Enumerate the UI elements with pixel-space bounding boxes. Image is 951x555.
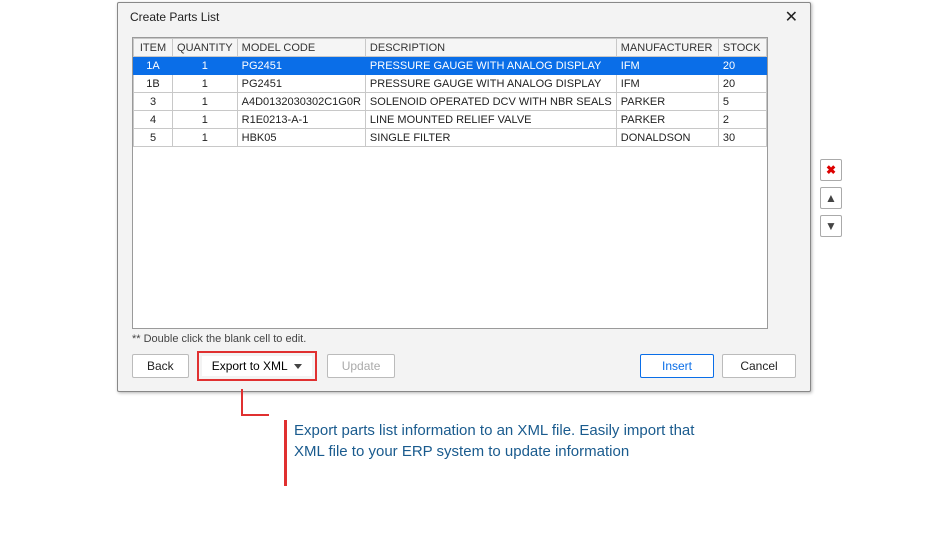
- cell-model[interactable]: HBK05: [237, 129, 365, 147]
- move-down-button[interactable]: ▼: [820, 215, 842, 237]
- cell-item[interactable]: 5: [134, 129, 173, 147]
- cell-quantity[interactable]: 1: [173, 93, 238, 111]
- parts-table-container: ITEM QUANTITY MODEL CODE DESCRIPTION MAN…: [132, 37, 768, 329]
- export-to-xml-dropdown[interactable]: Export to XML: [202, 356, 312, 376]
- col-quantity[interactable]: QUANTITY: [173, 39, 238, 57]
- col-description[interactable]: DESCRIPTION: [365, 39, 616, 57]
- cell-stock[interactable]: 30: [718, 129, 766, 147]
- cell-description[interactable]: PRESSURE GAUGE WITH ANALOG DISPLAY: [365, 57, 616, 75]
- chevron-down-icon: [294, 364, 302, 369]
- cell-model[interactable]: R1E0213-A-1: [237, 111, 365, 129]
- close-icon[interactable]: ✕: [781, 7, 802, 27]
- export-highlight: Export to XML: [197, 351, 317, 381]
- insert-button[interactable]: Insert: [640, 354, 714, 378]
- parts-table[interactable]: ITEM QUANTITY MODEL CODE DESCRIPTION MAN…: [133, 38, 767, 147]
- cell-description[interactable]: SINGLE FILTER: [365, 129, 616, 147]
- cell-description[interactable]: LINE MOUNTED RELIEF VALVE: [365, 111, 616, 129]
- cell-item[interactable]: 1A: [134, 57, 173, 75]
- cell-item[interactable]: 4: [134, 111, 173, 129]
- cell-model[interactable]: PG2451: [237, 75, 365, 93]
- col-model[interactable]: MODEL CODE: [237, 39, 365, 57]
- cell-quantity[interactable]: 1: [173, 129, 238, 147]
- cell-manufacturer[interactable]: IFM: [616, 75, 718, 93]
- cell-model[interactable]: A4D0132030302C1G0R: [237, 93, 365, 111]
- table-row[interactable]: 1B1PG2451PRESSURE GAUGE WITH ANALOG DISP…: [134, 75, 767, 93]
- cell-item[interactable]: 3: [134, 93, 173, 111]
- cancel-button[interactable]: Cancel: [722, 354, 796, 378]
- cell-description[interactable]: SOLENOID OPERATED DCV WITH NBR SEALS: [365, 93, 616, 111]
- row-action-buttons: ✖ ▲ ▼: [820, 159, 842, 237]
- edit-hint: ** Double click the blank cell to edit.: [132, 333, 306, 345]
- cell-quantity[interactable]: 1: [173, 111, 238, 129]
- table-row[interactable]: 51HBK05SINGLE FILTERDONALDSON30: [134, 129, 767, 147]
- dialog-footer: Back Export to XML Update Insert Cancel: [132, 351, 796, 381]
- annotation-connector-v: [241, 389, 243, 414]
- col-manufacturer[interactable]: MANUFACTURER: [616, 39, 718, 57]
- back-button[interactable]: Back: [132, 354, 189, 378]
- cell-manufacturer[interactable]: IFM: [616, 57, 718, 75]
- cell-description[interactable]: PRESSURE GAUGE WITH ANALOG DISPLAY: [365, 75, 616, 93]
- cell-stock[interactable]: 2: [718, 111, 766, 129]
- dialog-create-parts-list: Create Parts List ✕ ITEM QUANTITY MODEL …: [117, 2, 811, 392]
- annotation-bar: [284, 420, 287, 486]
- col-stock[interactable]: STOCK: [718, 39, 766, 57]
- delete-row-button[interactable]: ✖: [820, 159, 842, 181]
- titlebar: Create Parts List ✕: [118, 3, 810, 31]
- table-row[interactable]: 41R1E0213-A-1LINE MOUNTED RELIEF VALVEPA…: [134, 111, 767, 129]
- table-row[interactable]: 31A4D0132030302C1G0RSOLENOID OPERATED DC…: [134, 93, 767, 111]
- table-row[interactable]: 1A1PG2451PRESSURE GAUGE WITH ANALOG DISP…: [134, 57, 767, 75]
- cell-stock[interactable]: 20: [718, 75, 766, 93]
- cell-manufacturer[interactable]: PARKER: [616, 111, 718, 129]
- annotation-text: Export parts list information to an XML …: [294, 420, 714, 462]
- update-button[interactable]: Update: [327, 354, 396, 378]
- cell-stock[interactable]: 20: [718, 57, 766, 75]
- cell-item[interactable]: 1B: [134, 75, 173, 93]
- cell-manufacturer[interactable]: PARKER: [616, 93, 718, 111]
- cell-stock[interactable]: 5: [718, 93, 766, 111]
- col-item[interactable]: ITEM: [134, 39, 173, 57]
- export-label: Export to XML: [212, 359, 288, 373]
- cell-quantity[interactable]: 1: [173, 75, 238, 93]
- dialog-title: Create Parts List: [130, 10, 219, 24]
- cell-model[interactable]: PG2451: [237, 57, 365, 75]
- annotation-connector-h: [241, 414, 269, 416]
- cell-quantity[interactable]: 1: [173, 57, 238, 75]
- move-up-button[interactable]: ▲: [820, 187, 842, 209]
- cell-manufacturer[interactable]: DONALDSON: [616, 129, 718, 147]
